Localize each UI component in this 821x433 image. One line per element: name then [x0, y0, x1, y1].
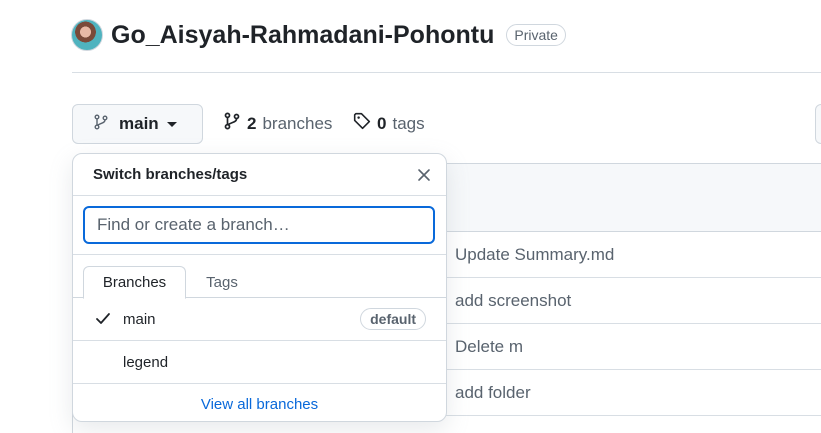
triangle-down-icon — [166, 121, 177, 127]
tag-icon — [353, 112, 371, 135]
branch-item-legend[interactable]: legend — [73, 341, 446, 384]
commit-message[interactable]: add folder — [455, 383, 531, 403]
branch-filter-input[interactable] — [83, 206, 435, 244]
dropdown-header: Switch branches/tags — [73, 154, 446, 196]
branches-label: branches — [262, 113, 333, 133]
branch-switcher-dropdown: Switch branches/tags Branches Tags main … — [72, 153, 447, 422]
repo-header: Go_Aisyah-Rahmadani-Pohontu Private — [71, 17, 566, 53]
git-branch-icon — [223, 112, 241, 135]
code-button[interactable] — [815, 104, 821, 144]
dropdown-title: Switch branches/tags — [93, 166, 248, 183]
dropdown-footer: View all branches — [73, 384, 446, 421]
visibility-badge: Private — [506, 24, 566, 46]
dropdown-tabs: Branches Tags — [73, 255, 446, 299]
commit-message[interactable]: Delete m — [455, 337, 523, 357]
tags-link[interactable]: 0 tags — [353, 112, 425, 135]
avatar[interactable] — [71, 19, 103, 51]
branch-name: legend — [123, 353, 169, 371]
branches-link[interactable]: 2 branches — [223, 112, 332, 135]
commit-message[interactable]: Update Summary.md — [455, 245, 614, 265]
branch-select-button[interactable]: main — [72, 104, 203, 144]
branches-count: 2 — [247, 113, 257, 133]
tags-label: tags — [392, 113, 425, 133]
default-badge: default — [360, 308, 426, 330]
tab-tags[interactable]: Tags — [191, 266, 253, 299]
git-branch-icon — [93, 114, 109, 135]
current-branch-label: main — [119, 114, 159, 133]
branch-name: main — [123, 310, 156, 328]
commit-message[interactable]: add screenshot — [455, 291, 571, 311]
repo-name[interactable]: Go_Aisyah-Rahmadani-Pohontu — [111, 21, 494, 50]
close-icon[interactable] — [414, 165, 434, 185]
dropdown-filter — [73, 196, 446, 255]
tags-count: 0 — [377, 113, 387, 133]
view-all-branches-link[interactable]: View all branches — [201, 396, 318, 413]
check-icon — [95, 312, 111, 331]
tab-branches[interactable]: Branches — [83, 266, 186, 299]
header-divider — [72, 72, 821, 73]
branch-item-main[interactable]: main default — [73, 298, 446, 341]
